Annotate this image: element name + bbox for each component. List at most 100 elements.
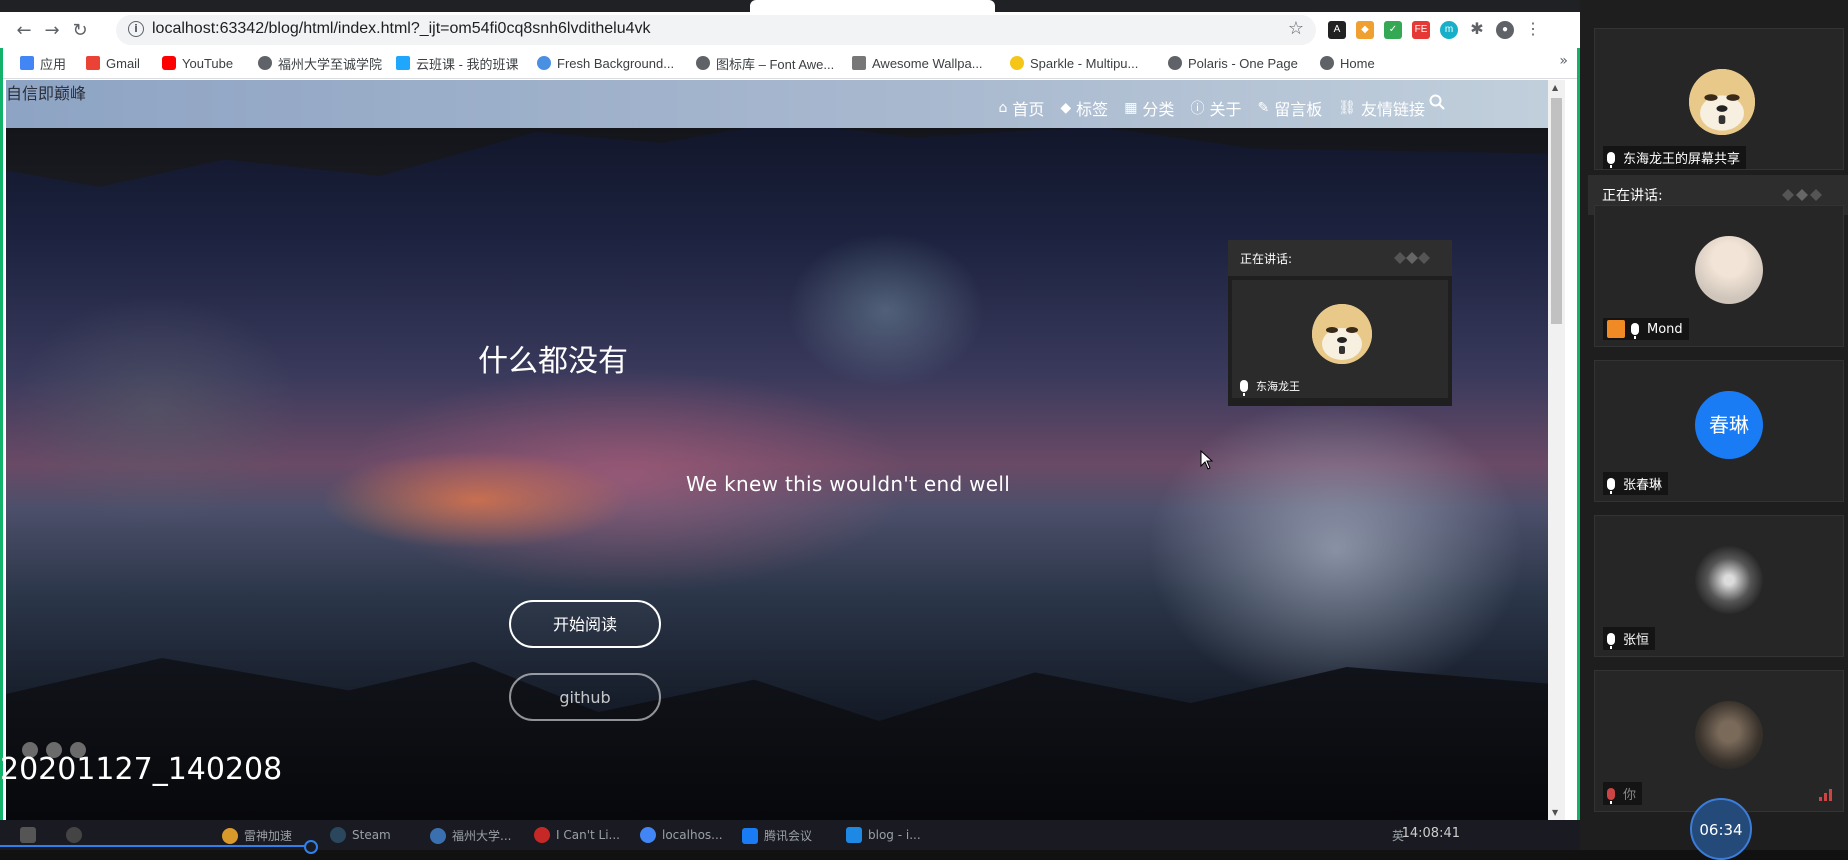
scroll-up-icon[interactable]: ▲ — [1552, 83, 1558, 92]
bookmark-label: 应用 — [40, 56, 67, 72]
start-reading-button[interactable]: 开始阅读 — [509, 600, 661, 648]
floating-speaker-video: 东海龙王 — [1232, 280, 1448, 398]
github-button[interactable]: github — [509, 673, 661, 721]
scroll-down-icon[interactable]: ▼ — [1552, 808, 1558, 817]
reload-icon[interactable]: ↻ — [68, 18, 92, 42]
recording-timestamp: 20201127_140208 — [0, 752, 283, 787]
playback-progress-knob[interactable] — [304, 840, 318, 854]
cortana-button[interactable] — [66, 827, 88, 843]
bookmark-yunbanke[interactable]: 云班课 - 我的班课 — [396, 54, 519, 72]
youtube-icon — [162, 56, 176, 70]
participant-card-zhangheng[interactable]: 张恒 — [1594, 515, 1844, 657]
taskbar-app-1[interactable]: 雷神加速 — [222, 827, 292, 844]
nav-about[interactable]: ⓘ 关于 — [1190, 96, 1241, 120]
nav-friend-links[interactable]: ⛓ 友情链接 — [1338, 96, 1425, 120]
extension-icon-2[interactable]: ◆ — [1356, 21, 1374, 39]
tag-icon: ◆ — [1060, 100, 1072, 116]
taskbar-clock[interactable]: 14:08:41 — [1402, 826, 1460, 841]
edit-icon: ✎ — [1257, 100, 1270, 116]
back-icon[interactable]: ← — [12, 18, 36, 42]
browser-menu-icon[interactable]: ⋮ — [1524, 21, 1542, 39]
taskbar-app-6[interactable]: 腾讯会议 — [742, 827, 812, 844]
bookmark-fzu[interactable]: 福州大学至诚学院 — [258, 54, 382, 72]
bookmark-polaris[interactable]: Polaris - One Page — [1168, 54, 1298, 72]
hero-title: 什么都没有 — [478, 344, 628, 379]
nav-home[interactable]: ⌂ 首页 — [998, 96, 1044, 120]
nav-label: 首页 — [1012, 100, 1045, 119]
playback-progress[interactable] — [0, 845, 312, 847]
bookmark-gmail[interactable]: Gmail — [86, 54, 140, 72]
wallpaper-icon — [852, 56, 866, 70]
participant-text-avatar: 春琳 — [1695, 391, 1763, 459]
bookmark-label: Gmail — [106, 55, 140, 71]
cloud-class-icon — [396, 56, 410, 70]
address-bar[interactable]: i localhost:63342/blog/html/index.html?_… — [116, 15, 1316, 45]
taskbar-app-7[interactable]: blog - i... — [846, 827, 921, 843]
participant-card-zhangchunlin[interactable]: 春琳 张春琳 — [1594, 360, 1844, 502]
taskbar-app-4[interactable]: I Can't Li... — [534, 827, 620, 843]
extension-shield-icon[interactable]: ✓ — [1384, 21, 1402, 39]
site-title[interactable]: 自信即巅峰 — [6, 80, 86, 104]
participant-photo-avatar — [1695, 236, 1763, 304]
site-info-icon[interactable]: i — [128, 21, 144, 37]
forward-icon[interactable]: → — [40, 18, 64, 42]
microphone-icon — [1631, 323, 1639, 339]
participant-name-label: Mond — [1647, 321, 1683, 337]
screen-share-card[interactable]: 东海龙王的屏幕共享 — [1594, 28, 1844, 170]
tencent-meeting-icon — [742, 827, 758, 844]
accelerator-icon — [222, 827, 238, 844]
nav-tags[interactable]: ◆ 标签 — [1060, 96, 1108, 120]
site-header: 自信即巅峰 ⌂ 首页 ◆ 标签 ▦ 分类 ⓘ 关于 ✎ 留言板 ⛓ 友情链接 — [6, 80, 1565, 128]
taskbar-app-2[interactable]: Steam — [330, 827, 391, 843]
info-icon: ⓘ — [1190, 101, 1205, 117]
web-page: 自信即巅峰 ⌂ 首页 ◆ 标签 ▦ 分类 ⓘ 关于 ✎ 留言板 ⛓ 友情链接 什… — [6, 80, 1565, 820]
address-url[interactable]: localhost:63342/blog/html/index.html?_ij… — [152, 20, 651, 38]
start-button[interactable] — [20, 827, 42, 843]
browser-window: ← → ↻ i localhost:63342/blog/html/index.… — [0, 0, 1580, 854]
bookmark-font-awesome[interactable]: 图标库 – Font Awe... — [696, 54, 834, 72]
bookmark-star-icon[interactable]: ☆ — [1288, 18, 1304, 39]
bookmark-home[interactable]: Home — [1320, 54, 1375, 72]
gmail-icon — [86, 56, 100, 70]
profile-avatar-icon[interactable]: ● — [1496, 21, 1514, 39]
nav-label: 留言板 — [1274, 100, 1323, 119]
participant-card-self[interactable]: 你 — [1594, 670, 1844, 812]
meeting-timer[interactable]: 06:34 — [1690, 798, 1752, 860]
globe-icon — [1168, 56, 1182, 70]
bookmark-awesome-wallpapers[interactable]: Awesome Wallpa... — [852, 54, 983, 72]
nav-guestbook[interactable]: ✎ 留言板 — [1257, 96, 1322, 120]
extension-icon-1[interactable]: A — [1328, 21, 1346, 39]
taskbar-app-5[interactable]: localhos... — [640, 827, 723, 843]
bookmarks-more-button[interactable]: » — [1559, 53, 1568, 69]
participant-photo-avatar — [1695, 546, 1763, 614]
fresh-background-icon — [537, 56, 551, 70]
search-icon[interactable] — [1429, 94, 1445, 110]
floating-speaker-window[interactable]: 正在讲话: 东海龙王 — [1228, 240, 1452, 406]
bookmark-label: Fresh Background... — [557, 55, 675, 71]
chrome-icon — [640, 827, 656, 843]
extensions-puzzle-icon[interactable]: ✱ — [1468, 21, 1486, 39]
taskbar-app-label: 雷神加速 — [244, 829, 293, 843]
scrollbar-thumb[interactable] — [1551, 98, 1562, 324]
microphone-icon — [1607, 477, 1615, 494]
share-border-left — [0, 48, 3, 850]
participant-card-mond[interactable]: Mond — [1594, 205, 1844, 347]
nav-categories[interactable]: ▦ 分类 — [1124, 96, 1174, 120]
bookmark-fresh-background[interactable]: Fresh Background... — [537, 54, 674, 72]
extension-fe-icon[interactable]: FE — [1412, 21, 1430, 39]
bookmark-sparkle[interactable]: Sparkle - Multipu... — [1010, 54, 1138, 72]
bookmarks-bar: 应用 Gmail YouTube 福州大学至诚学院 云班课 - 我的班课 Fre… — [0, 48, 1580, 79]
taskbar-app-label: localhos... — [662, 828, 723, 842]
speaking-label: 正在讲话: — [1602, 188, 1663, 204]
browser-icon — [430, 827, 446, 844]
participant-name-label: 你 — [1623, 788, 1637, 803]
microphone-icon — [1607, 632, 1615, 649]
nav-label: 标签 — [1076, 100, 1109, 119]
meeting-panel: 东海龙王的屏幕共享 正在讲话: Mond 春琳 张春琳 张恒 你 06:34 — [1580, 0, 1848, 860]
bookmark-apps[interactable]: 应用 — [20, 54, 66, 72]
active-tab[interactable] — [750, 0, 995, 12]
page-scrollbar[interactable]: ▲ ▼ — [1548, 80, 1565, 820]
bookmark-youtube[interactable]: YouTube — [162, 54, 233, 72]
extension-m-icon[interactable]: m — [1440, 21, 1458, 39]
taskbar-app-3[interactable]: 福州大学... — [430, 827, 511, 844]
